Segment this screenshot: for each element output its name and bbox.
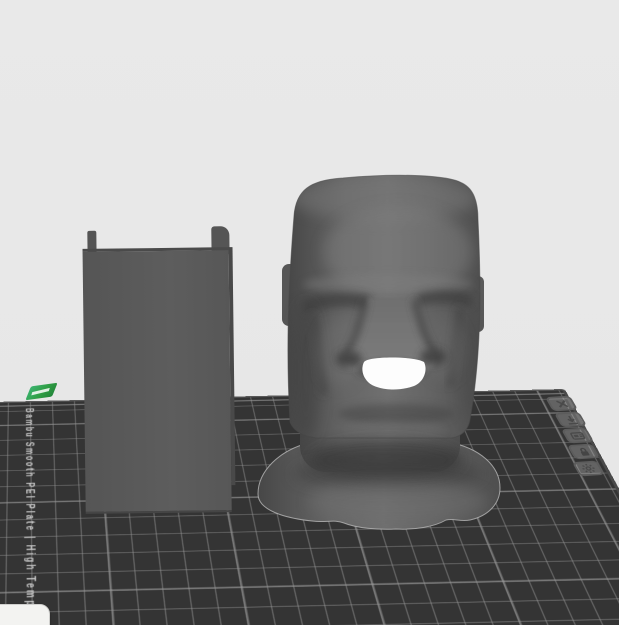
bottom-left-chip[interactable] bbox=[0, 604, 50, 625]
model-box[interactable] bbox=[82, 226, 236, 514]
model-moai[interactable] bbox=[248, 172, 510, 540]
moai-nose-hole bbox=[362, 357, 426, 390]
slicer-3d-viewport[interactable]: Bambu Smooth PEI Plate | High Temp Plate bbox=[0, 0, 619, 625]
plate-label: Bambu Smooth PEI Plate | High Temp Plate bbox=[22, 407, 37, 625]
box-body bbox=[82, 247, 232, 514]
